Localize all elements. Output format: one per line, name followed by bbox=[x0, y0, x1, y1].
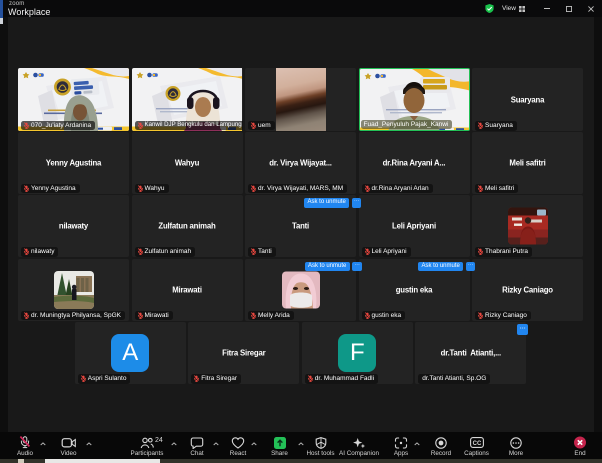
svg-text:CC: CC bbox=[472, 441, 481, 447]
